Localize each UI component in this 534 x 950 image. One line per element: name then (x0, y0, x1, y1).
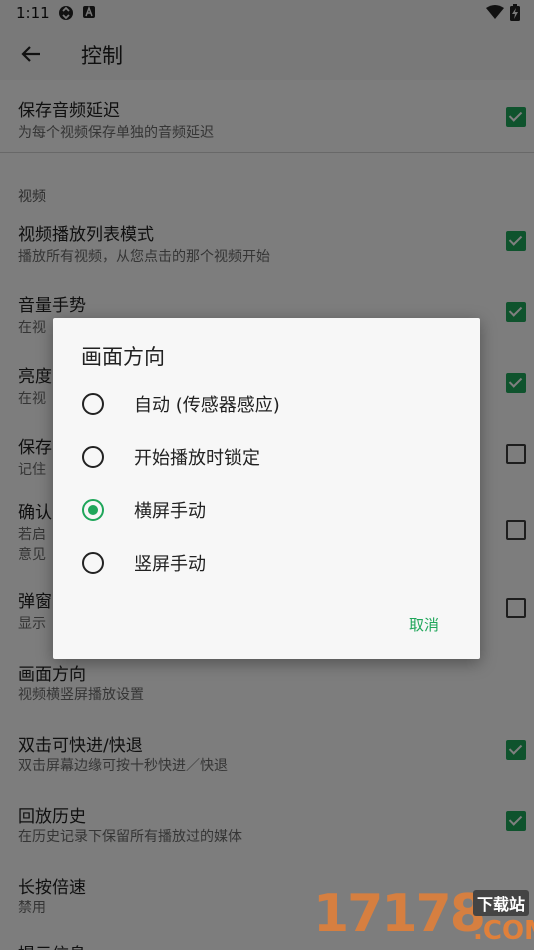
option-label: 开始播放时锁定 (134, 448, 260, 469)
radio-button-selected[interactable] (82, 499, 104, 521)
option-label: 竖屏手动 (134, 554, 206, 575)
watermark-number: 17178 (313, 884, 486, 944)
option-label: 自动 (传感器感应) (134, 395, 280, 416)
cancel-button[interactable]: 取消 (405, 612, 443, 637)
option-label: 横屏手动 (134, 501, 206, 522)
orientation-dialog: 画面方向 自动 (传感器感应) 开始播放时锁定 横屏手动 竖屏手动 取消 (53, 318, 480, 659)
radio-button[interactable] (82, 552, 104, 574)
option-landscape-manual[interactable]: 横屏手动 (53, 485, 480, 535)
watermark-tag: 下载站 (473, 890, 530, 916)
watermark-domain: .COM (473, 916, 534, 946)
option-lock-on-start[interactable]: 开始播放时锁定 (53, 432, 480, 482)
dialog-title: 画面方向 (81, 345, 165, 369)
radio-button[interactable] (82, 446, 104, 468)
radio-button[interactable] (82, 393, 104, 415)
option-auto-sensor[interactable]: 自动 (传感器感应) (53, 379, 480, 429)
option-portrait-manual[interactable]: 竖屏手动 (53, 538, 480, 588)
watermark-logo: 17178 下载站 .COM (305, 880, 534, 950)
